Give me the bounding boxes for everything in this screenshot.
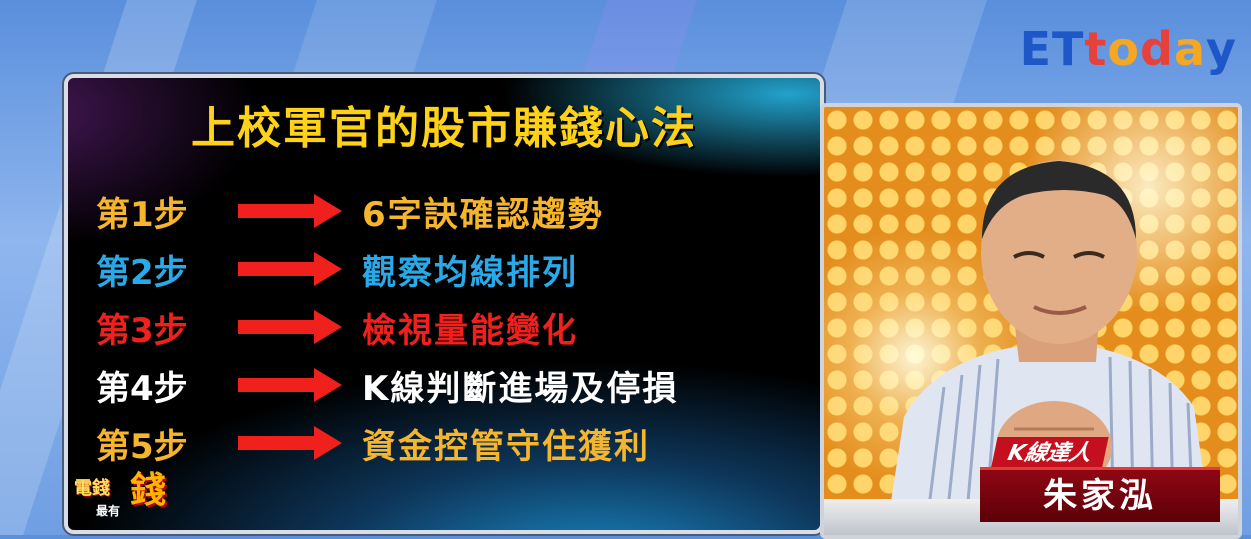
info-board: 上校軍官的股市賺錢心法 第1步 6字訣確認趨勢第2步 觀察均線排列第3步 檢視量能變化… xyxy=(64,74,824,534)
step-list: 第1步 6字訣確認趨勢第2步 觀察均線排列第3步 檢視量能變化第4步 K線判斷進場及停損… xyxy=(96,182,678,472)
logo-letter: t xyxy=(1084,22,1108,76)
step-text: 資金控管守住獲利 xyxy=(362,426,650,467)
logo-letter: T xyxy=(1052,22,1085,76)
right-arrow-icon xyxy=(238,194,348,228)
step-text: 觀察均線排列 xyxy=(362,252,578,293)
right-arrow-icon xyxy=(238,368,348,402)
step-text: 檢視量能變化 xyxy=(362,310,578,351)
step-label: 第1步 xyxy=(96,194,188,235)
guest-title: K線達人 xyxy=(990,437,1109,471)
step-label: 第3步 xyxy=(96,310,188,351)
step-row: 第2步 觀察均線排列 xyxy=(96,240,678,298)
right-arrow-icon xyxy=(238,426,348,460)
ettoday-logo: E T t o d a y xyxy=(1020,22,1237,76)
guest-nameplate: K線達人 朱家泓 xyxy=(980,437,1228,527)
logo-letter: y xyxy=(1206,22,1237,76)
show-logo: 電錢 最有 錢 xyxy=(74,470,174,524)
show-logo-text: 最有 xyxy=(96,504,121,518)
step-text: 6字訣確認趨勢 xyxy=(362,194,604,235)
logo-letter: o xyxy=(1107,22,1141,76)
logo-letter: E xyxy=(1019,22,1053,76)
step-row: 第4步 K線判斷進場及停損 xyxy=(96,356,678,414)
guest-video-panel: K線達人 朱家泓 xyxy=(820,103,1242,539)
step-row: 第1步 6字訣確認趨勢 xyxy=(96,182,678,240)
step-label: 第5步 xyxy=(96,426,188,467)
logo-letter: a xyxy=(1173,22,1206,76)
step-label: 第2步 xyxy=(96,252,188,293)
step-row: 第5步 資金控管守住獲利 xyxy=(96,414,678,472)
step-row: 第3步 檢視量能變化 xyxy=(96,298,678,356)
right-arrow-icon xyxy=(238,252,348,286)
logo-letter: d xyxy=(1140,22,1174,76)
board-title: 上校軍官的股市賺錢心法 xyxy=(191,103,697,154)
step-label: 第4步 xyxy=(96,368,188,409)
step-text: K線判斷進場及停損 xyxy=(362,368,679,409)
guest-name: 朱家泓 xyxy=(980,467,1220,522)
show-logo-text: 錢 xyxy=(130,470,167,511)
right-arrow-icon xyxy=(238,310,348,344)
